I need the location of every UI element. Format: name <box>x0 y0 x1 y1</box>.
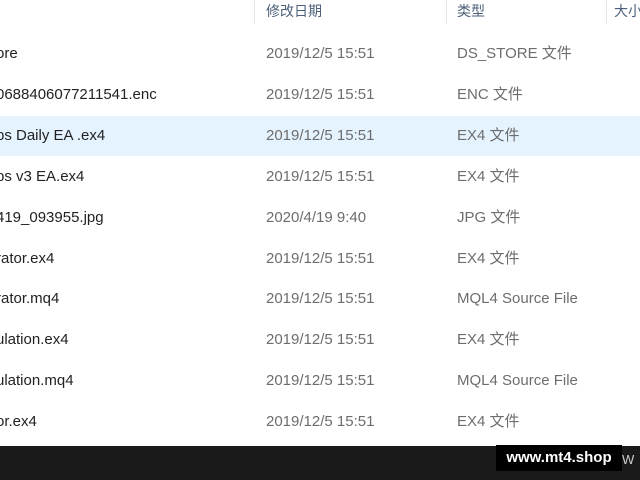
file-name: ps Daily EA .ex4 <box>0 127 106 144</box>
file-type: MQL4 Source File <box>457 372 578 389</box>
file-modified-date: 2020/4/19 9:40 <box>266 209 367 226</box>
file-row[interactable]: 419_093955.jpg 2020/4/19 9:40 JPG 文件 <box>0 198 640 238</box>
file-row[interactable]: or.ex4 2019/12/5 15:51 EX4 文件 <box>0 402 640 442</box>
file-modified-date: 2019/12/5 15:51 <box>266 331 375 348</box>
taskbar-item[interactable]: W <box>622 452 640 467</box>
file-name: rator.mq4 <box>0 290 60 307</box>
file-type: JPG 文件 <box>457 209 521 226</box>
file-row[interactable]: ps v3 EA.ex4 2019/12/5 15:51 EX4 文件 <box>0 157 640 197</box>
file-name: ps v3 EA.ex4 <box>0 168 85 185</box>
file-name: ulation.mq4 <box>0 372 74 389</box>
file-name: rator.ex4 <box>0 250 55 267</box>
file-modified-date: 2019/12/5 15:51 <box>266 45 375 62</box>
file-modified-date: 2019/12/5 15:51 <box>266 168 375 185</box>
file-row[interactable]: rator.ex4 2019/12/5 15:51 EX4 文件 <box>0 239 640 279</box>
file-modified-date: 2019/12/5 15:51 <box>266 127 375 144</box>
file-row[interactable]: ore 2019/12/5 15:51 DS_STORE 文件 <box>0 34 640 74</box>
file-type: EX4 文件 <box>457 250 520 267</box>
file-type: MQL4 Source File <box>457 290 578 307</box>
file-row[interactable]: ulation.mq4 2019/12/5 15:51 MQL4 Source Fi… <box>0 361 640 401</box>
file-name: 0688406077211541.enc <box>0 86 157 103</box>
column-divider[interactable] <box>254 0 255 24</box>
column-header-type[interactable]: 类型 <box>457 0 485 24</box>
file-modified-date: 2019/12/5 15:51 <box>266 372 375 389</box>
file-explorer-window: 修改日期 类型 大小 ore 2019/12/5 15:51 DS_STORE 文件… <box>0 0 640 480</box>
file-modified-date: 2019/12/5 15:51 <box>266 290 375 307</box>
column-divider[interactable] <box>446 0 447 24</box>
file-type: EX4 文件 <box>457 168 520 185</box>
file-row[interactable]: ulation.ex4 2019/12/5 15:51 EX4 文件 <box>0 320 640 360</box>
file-type: EX4 文件 <box>457 331 520 348</box>
file-name: or.ex4 <box>0 413 37 430</box>
file-name: ulation.ex4 <box>0 331 69 348</box>
file-row[interactable]: rator.mq4 2019/12/5 15:51 MQL4 Source File <box>0 279 640 319</box>
file-type: EX4 文件 <box>457 127 520 144</box>
column-header-bar: 修改日期 类型 大小 <box>0 0 640 24</box>
file-modified-date: 2019/12/5 15:51 <box>266 250 375 267</box>
watermark-label: www.mt4.shop <box>496 445 622 471</box>
column-divider[interactable] <box>606 0 607 24</box>
file-row[interactable]: 0688406077211541.enc 2019/12/5 15:51 ENC 文… <box>0 75 640 115</box>
file-type: EX4 文件 <box>457 413 520 430</box>
file-name: 419_093955.jpg <box>0 209 104 226</box>
file-row[interactable]: ps Daily EA .ex4 2019/12/5 15:51 EX4 文件 <box>0 116 640 156</box>
column-header-size[interactable]: 大小 <box>614 0 640 24</box>
file-type: DS_STORE 文件 <box>457 45 572 62</box>
file-name: ore <box>0 45 18 62</box>
file-type: ENC 文件 <box>457 86 523 103</box>
file-modified-date: 2019/12/5 15:51 <box>266 86 375 103</box>
file-modified-date: 2019/12/5 15:51 <box>266 413 375 430</box>
column-header-date[interactable]: 修改日期 <box>266 0 322 24</box>
